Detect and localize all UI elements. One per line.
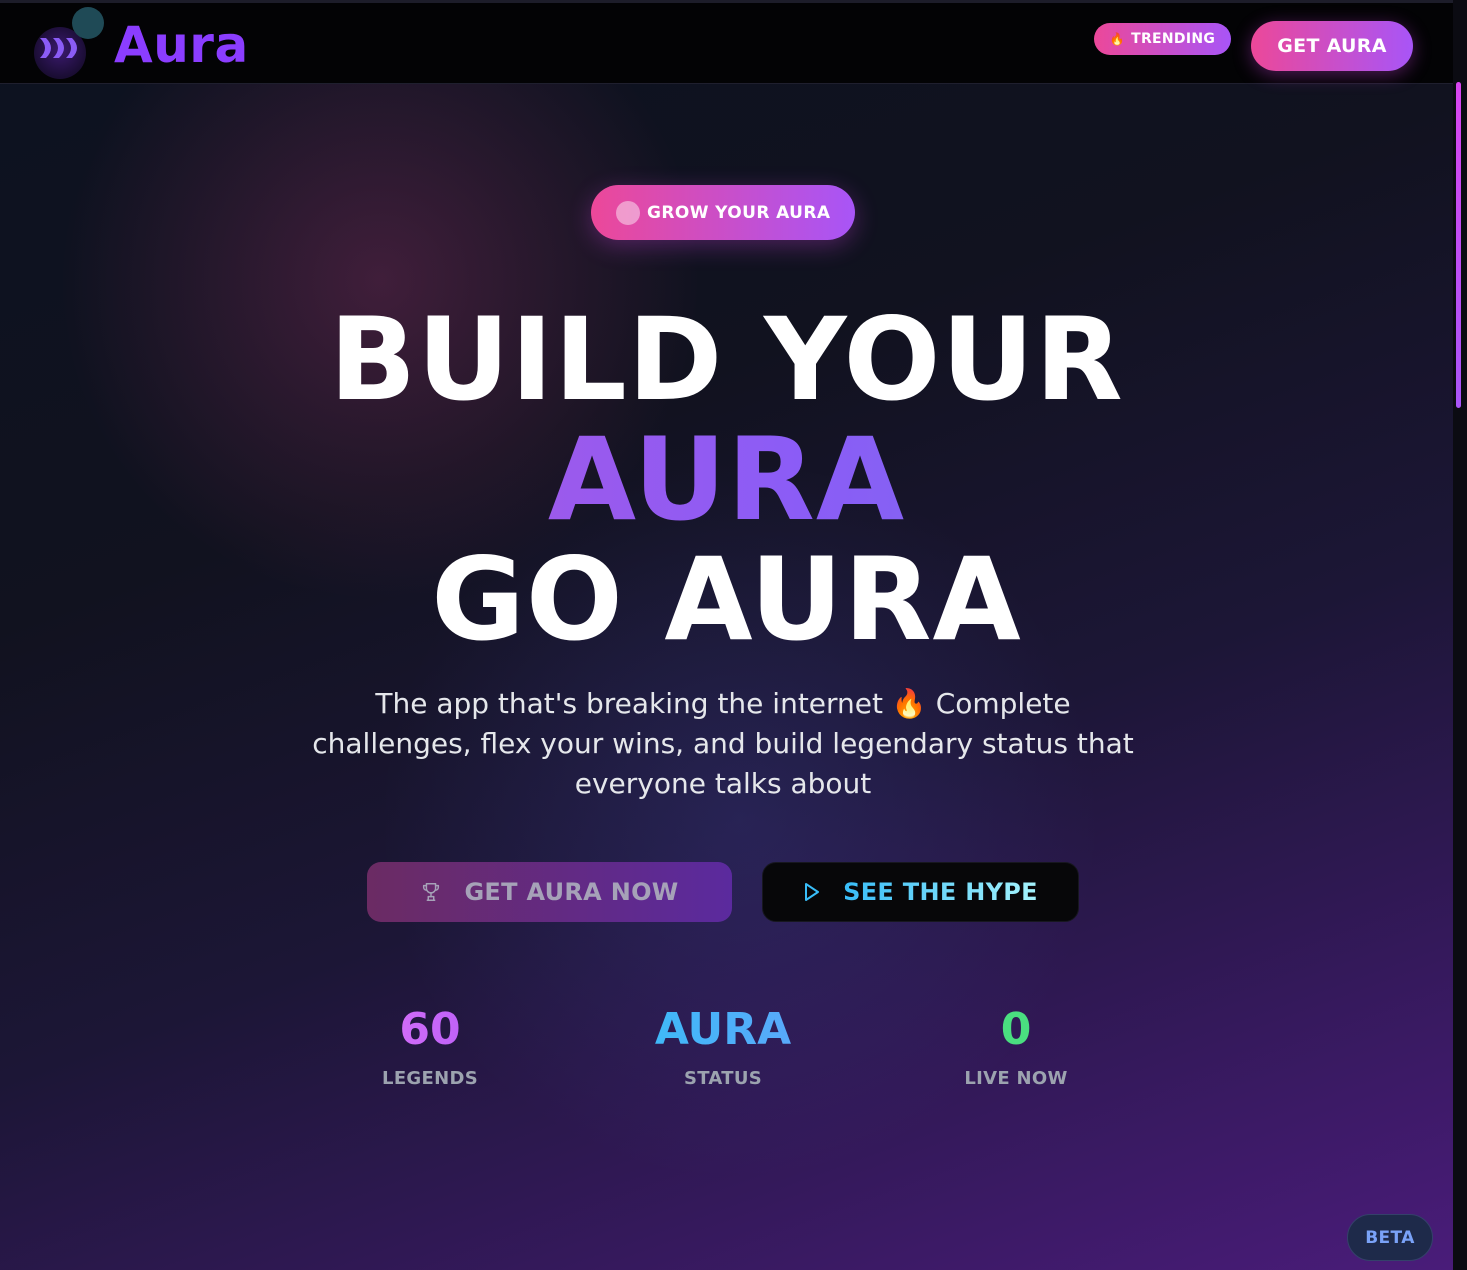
stat-legends: 60 LEGENDS [320,1004,540,1089]
trophy-icon [423,883,440,901]
flame-icon: 🔥 [891,687,927,720]
stat-value: 60 [320,1004,540,1056]
hero-subtext: The app that's breaking the internet 🔥 C… [310,684,1136,804]
cta-primary-label: GET AURA NOW [464,878,679,906]
stat-status: AURA STATUS [613,1004,833,1089]
trending-badge[interactable]: 🔥 TRENDING [1094,23,1231,55]
logo[interactable]: Aura [32,7,248,79]
stat-live-now: 0 LIVE NOW [906,1004,1126,1089]
stat-label: LEGENDS [382,1068,478,1089]
grow-badge-label: GROW YOUR AURA [647,202,831,223]
stat-label: LIVE NOW [964,1068,1068,1089]
beta-badge[interactable]: BETA [1347,1214,1433,1261]
stat-value: 0 [1000,1004,1032,1055]
get-aura-now-button[interactable]: GET AURA NOW [367,862,732,922]
scrollbar-thumb[interactable] [1456,82,1461,408]
grow-your-aura-badge[interactable]: GROW YOUR AURA [591,185,855,240]
subtext-part-1: The app that's breaking the internet [375,687,883,720]
trending-label: TRENDING [1131,31,1216,47]
headline-line-3: GO AURA [431,533,1022,666]
flame-icon: 🔥 [1109,32,1126,46]
headline-line-2: AURA [0,420,1453,540]
top-nav: Aura 🔥 TRENDING GET AURA [0,0,1453,84]
badge-dot-icon [616,200,640,225]
scrollbar-track[interactable] [1453,0,1467,1270]
hero-headline: BUILD YOUR AURA GO AURA [0,300,1453,660]
stat-value: AURA [613,1004,833,1056]
cta-secondary-label: SEE THE HYPE [843,878,1038,906]
logo-text: Aura [114,16,249,74]
chevrons-logo-icon [40,38,77,58]
get-aura-button[interactable]: GET AURA [1251,21,1413,71]
landing-page: Aura 🔥 TRENDING GET AURA GROW YOUR AURA … [0,0,1467,1270]
stat-label: STATUS [683,1068,763,1089]
see-the-hype-button[interactable]: SEE THE HYPE [762,862,1079,922]
headline-line-1: BUILD YOUR [329,293,1124,426]
play-icon [805,883,820,901]
